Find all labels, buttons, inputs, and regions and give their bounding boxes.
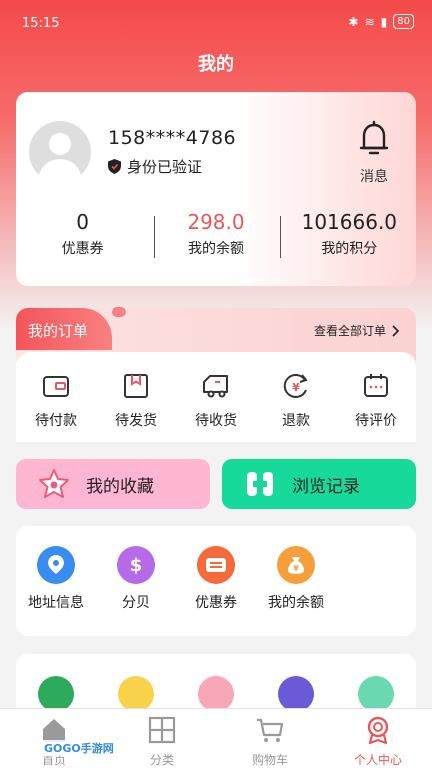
- order-label: 退款: [282, 413, 310, 429]
- history-icon: [247, 472, 273, 496]
- phone-number: 158****4786: [108, 127, 237, 149]
- stats-row: 0 优惠券 298.0 我的余额 101666.0 我的积分: [16, 210, 416, 260]
- verification-status: 身份已验证: [108, 156, 202, 177]
- cart-icon: [257, 718, 284, 742]
- watermark-logo: GOGO手游网: [40, 740, 118, 756]
- status-bar: 15:15 ✱ ≋ ▮ 80: [0, 0, 432, 44]
- stat-balance[interactable]: 298.0 我的余额: [149, 210, 282, 260]
- order-label: 待发货: [115, 413, 157, 429]
- review-icon: [364, 374, 388, 397]
- signal-icon: ▮: [380, 14, 388, 29]
- view-all-label: 查看全部订单: [313, 324, 386, 338]
- tab-category[interactable]: 分类: [108, 709, 216, 768]
- message-label: 消息: [360, 169, 388, 185]
- star-icon: [39, 469, 69, 498]
- service-label: 地址信息: [28, 595, 84, 611]
- view-all-orders-link[interactable]: 查看全部订单: [314, 322, 400, 339]
- service-label: 我的余额: [268, 595, 324, 611]
- bottom-tab-bar: 首页 分类 购物车 个人中心: [0, 708, 432, 768]
- stat-value: 298.0: [187, 210, 245, 234]
- avatar[interactable]: [29, 121, 91, 183]
- history-label: 浏览记录: [292, 476, 360, 497]
- tab-cart[interactable]: 购物车: [216, 709, 324, 768]
- shield-icon: [108, 159, 121, 174]
- more-services-card: [16, 654, 416, 714]
- wifi-icon: ≋: [364, 14, 375, 29]
- truck-icon: [203, 375, 228, 398]
- moneybag-icon: ¥: [277, 546, 315, 584]
- chat-icon[interactable]: [118, 676, 154, 712]
- order-label: 待收货: [195, 413, 237, 429]
- box-icon: [124, 374, 148, 398]
- favorites-button[interactable]: 我的收藏: [16, 459, 210, 509]
- order-pending-payment[interactable]: 待付款: [16, 372, 96, 442]
- page-title: 我的: [198, 54, 234, 75]
- chevron-right-icon: [392, 324, 400, 337]
- order-status-row: 待付款 待发货 待收货 ¥ 退款 待评价: [16, 352, 416, 442]
- service-balance[interactable]: ¥ 我的余额: [256, 546, 336, 636]
- service-points[interactable]: $ 分贝: [96, 546, 176, 636]
- stat-label: 优惠券: [61, 241, 104, 257]
- bell-icon: [359, 120, 389, 155]
- service-address[interactable]: 地址信息: [16, 546, 96, 636]
- dollar-icon: $: [117, 546, 155, 584]
- service-label: 优惠券: [195, 595, 237, 611]
- order-pending-shipment[interactable]: 待发货: [96, 372, 176, 442]
- orders-title: 我的订单: [16, 308, 112, 350]
- order-pending-review[interactable]: 待评价: [336, 372, 416, 442]
- stat-value: 0: [76, 210, 90, 234]
- stat-divider: [280, 216, 281, 258]
- document-icon[interactable]: [278, 676, 314, 712]
- verified-label: 身份已验证: [127, 158, 203, 176]
- order-label: 待付款: [35, 413, 77, 429]
- stat-divider: [154, 216, 155, 258]
- bluetooth-icon: ✱: [348, 14, 359, 29]
- svg-text:¥: ¥: [292, 381, 300, 394]
- order-refund[interactable]: ¥ 退款: [256, 372, 336, 442]
- refund-icon: ¥: [283, 373, 308, 398]
- status-time: 15:15: [22, 16, 60, 31]
- message-button[interactable]: 消息: [354, 120, 394, 186]
- user-icon[interactable]: [198, 676, 234, 712]
- person-icon: [367, 716, 389, 745]
- stat-points[interactable]: 101666.0 我的积分: [283, 210, 416, 260]
- grid-icon: [148, 716, 176, 744]
- tab-label: 分类: [149, 753, 174, 767]
- tab-profile[interactable]: 个人中心: [324, 709, 432, 768]
- tab-label: 个人中心: [353, 753, 402, 767]
- tab-home[interactable]: 首页: [0, 709, 108, 768]
- favorites-label: 我的收藏: [86, 476, 154, 497]
- profile-card: 158****4786 身份已验证 消息 0 优惠券 298.0 我的余额 10…: [16, 92, 416, 286]
- svg-text:¥: ¥: [293, 564, 299, 573]
- stat-label: 我的余额: [187, 241, 244, 257]
- orders-card: 我的订单 查看全部订单 待付款 待发货 待收货 ¥ 退款 待评价: [16, 307, 416, 442]
- location-icon: [37, 546, 75, 584]
- service-label: 分贝: [122, 595, 150, 611]
- battery-icon: 80: [393, 14, 414, 29]
- order-label: 待评价: [355, 413, 397, 429]
- service-coupons[interactable]: 优惠券: [176, 546, 256, 636]
- stat-value: 101666.0: [301, 210, 398, 234]
- services-card: 地址信息 $ 分贝 优惠券 ¥ 我的余额: [16, 526, 416, 636]
- history-button[interactable]: 浏览记录: [222, 459, 416, 509]
- shield-check-icon[interactable]: [358, 676, 394, 712]
- order-pending-receipt[interactable]: 待收货: [176, 372, 256, 442]
- stat-coupons[interactable]: 0 优惠券: [16, 210, 149, 260]
- star-badge-icon[interactable]: [38, 676, 74, 712]
- status-icons: ✱ ≋ ▮ 80: [349, 14, 414, 29]
- coupon-icon: [197, 546, 235, 584]
- wallet-icon: [43, 376, 69, 397]
- tab-label: 购物车: [251, 753, 288, 767]
- stat-label: 我的积分: [321, 241, 378, 257]
